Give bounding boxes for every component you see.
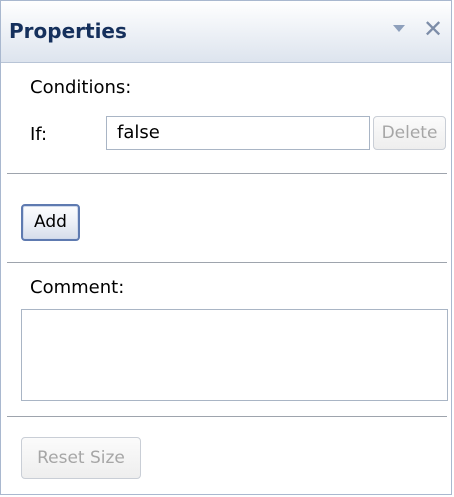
comment-heading: Comment: xyxy=(30,277,125,298)
panel-title: Properties xyxy=(9,19,127,43)
if-label: If: xyxy=(30,124,48,145)
comment-textarea[interactable] xyxy=(21,309,448,401)
dropdown-arrow-icon[interactable] xyxy=(393,25,405,32)
conditions-heading: Conditions: xyxy=(30,77,132,98)
divider xyxy=(7,416,447,417)
close-icon[interactable]: ✕ xyxy=(421,14,445,44)
add-button[interactable]: Add xyxy=(21,204,80,241)
divider xyxy=(7,262,447,263)
panel-titlebar: Properties ✕ xyxy=(1,1,451,63)
delete-button[interactable]: Delete xyxy=(373,116,446,150)
properties-panel: Properties ✕ Conditions: If: false Delet… xyxy=(0,0,452,495)
reset-size-button[interactable]: Reset Size xyxy=(21,437,141,479)
if-condition-input[interactable]: false xyxy=(106,116,370,150)
divider xyxy=(7,173,447,174)
